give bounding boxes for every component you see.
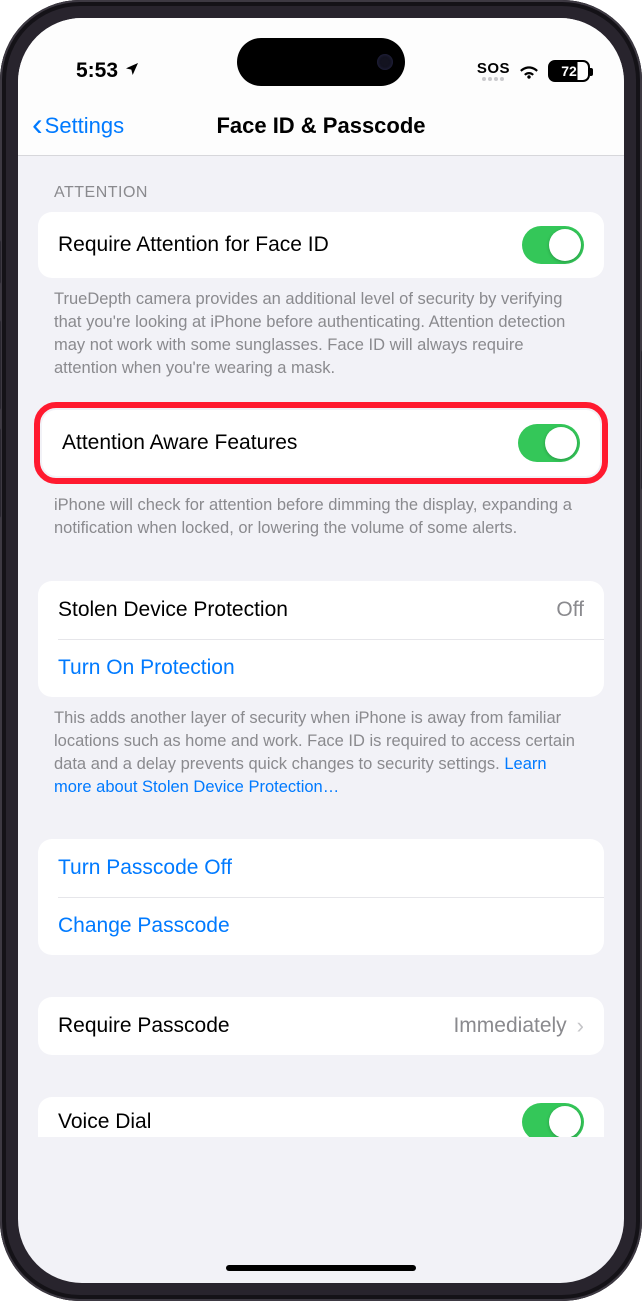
status-time: 5:53	[76, 59, 118, 83]
side-button-volume-up	[0, 320, 1, 410]
row-require-passcode[interactable]: Require Passcode Immediately ›	[38, 997, 604, 1055]
attention-aware-label: Attention Aware Features	[62, 431, 518, 455]
battery-indicator: 72	[548, 60, 590, 82]
chevron-left-icon: ‹	[32, 108, 43, 140]
row-require-attention[interactable]: Require Attention for Face ID	[38, 212, 604, 278]
row-change-passcode[interactable]: Change Passcode	[58, 897, 604, 955]
stolen-value: Off	[556, 598, 584, 622]
row-turn-on-protection[interactable]: Turn On Protection	[58, 639, 604, 697]
group-passcode-actions: Turn Passcode Off Change Passcode	[38, 839, 604, 955]
turn-passcode-off-label: Turn Passcode Off	[58, 856, 584, 880]
back-button[interactable]: ‹ Settings	[32, 111, 124, 140]
group-require-attention: Require Attention for Face ID	[38, 212, 604, 278]
dynamic-island	[237, 38, 405, 86]
front-camera	[377, 54, 393, 70]
status-left: 5:53	[76, 59, 140, 83]
voice-dial-label: Voice Dial	[58, 1110, 151, 1134]
group-attention-aware: Attention Aware Features	[42, 410, 600, 476]
voice-dial-toggle[interactable]	[522, 1103, 584, 1137]
attention-aware-footer: iPhone will check for attention before d…	[18, 484, 624, 562]
change-passcode-label: Change Passcode	[58, 914, 584, 938]
device-frame: 5:53 SOS 72 ‹ S	[0, 0, 642, 1301]
back-label: Settings	[45, 113, 125, 139]
attention-aware-toggle[interactable]	[518, 424, 580, 462]
row-attention-aware[interactable]: Attention Aware Features	[42, 410, 600, 476]
chevron-right-icon: ›	[577, 1013, 584, 1039]
turn-on-protection-label: Turn On Protection	[58, 656, 584, 680]
side-button-volume-down	[0, 428, 1, 518]
require-passcode-label: Require Passcode	[58, 1014, 453, 1038]
signal-dots	[482, 77, 504, 81]
battery-percent: 72	[561, 63, 577, 79]
row-voice-dial[interactable]: Voice Dial	[38, 1097, 604, 1137]
group-require-passcode: Require Passcode Immediately ›	[38, 997, 604, 1055]
wifi-icon	[518, 62, 540, 80]
stolen-footer-text: This adds another layer of security when…	[54, 709, 575, 773]
sos-label: SOS	[477, 61, 510, 76]
require-attention-label: Require Attention for Face ID	[58, 233, 522, 257]
status-right: SOS 72	[477, 60, 590, 82]
row-stolen-status[interactable]: Stolen Device Protection Off	[38, 581, 604, 639]
stolen-label: Stolen Device Protection	[58, 598, 556, 622]
require-attention-toggle[interactable]	[522, 226, 584, 264]
side-button-silent	[0, 240, 1, 284]
content: ATTENTION Require Attention for Face ID …	[18, 156, 624, 1177]
home-indicator[interactable]	[226, 1265, 416, 1271]
section-header-attention: ATTENTION	[18, 156, 624, 212]
cellular-sos: SOS	[477, 61, 510, 81]
require-passcode-value: Immediately	[453, 1014, 566, 1038]
screen: 5:53 SOS 72 ‹ S	[18, 18, 624, 1283]
group-stolen-protection: Stolen Device Protection Off Turn On Pro…	[38, 581, 604, 697]
row-turn-passcode-off[interactable]: Turn Passcode Off	[38, 839, 604, 897]
stolen-footer: This adds another layer of security when…	[18, 697, 624, 821]
location-icon	[124, 59, 140, 83]
nav-bar: ‹ Settings Face ID & Passcode	[18, 96, 624, 156]
require-attention-footer: TrueDepth camera provides an additional …	[18, 278, 624, 402]
highlight-attention-aware: Attention Aware Features	[34, 402, 608, 484]
